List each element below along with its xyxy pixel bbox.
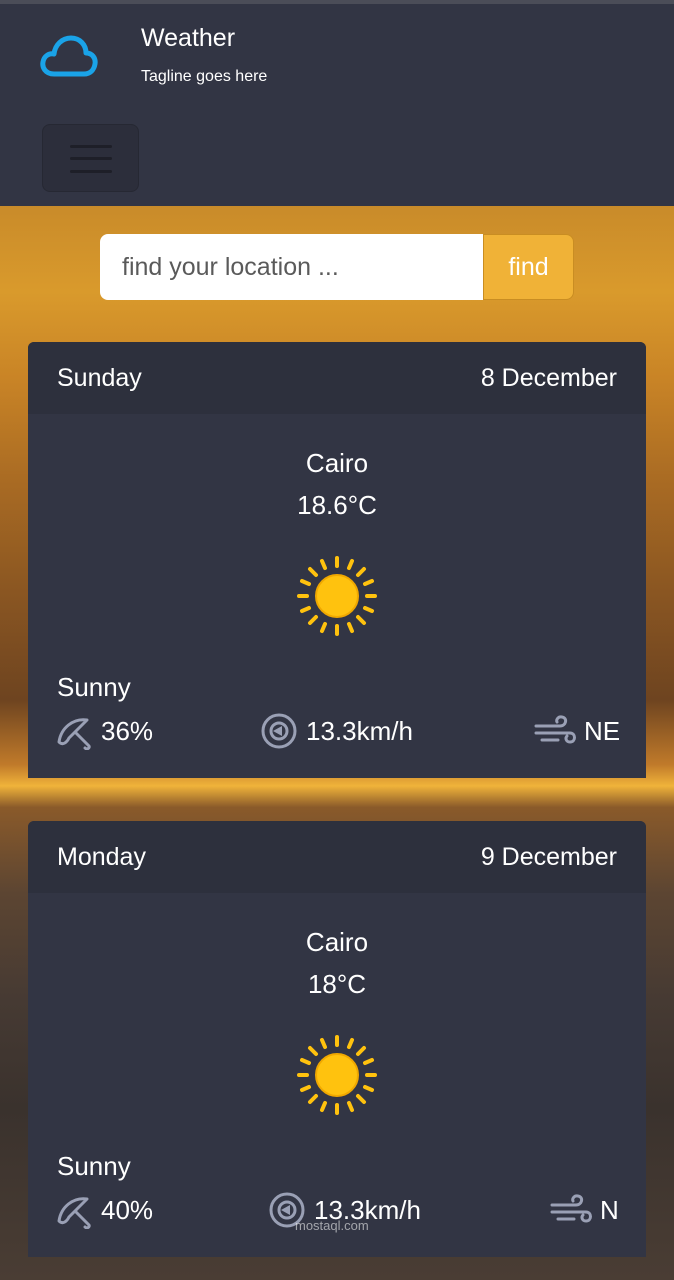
- hamburger-line: [70, 157, 112, 160]
- forecast-card: Sunday 8 December Cairo 18.6°C Sunny 36%…: [28, 342, 646, 778]
- compass-icon: [261, 713, 297, 749]
- card-header: Monday 9 December: [28, 821, 646, 893]
- forecast-city: Cairo: [305, 448, 369, 478]
- forecast-date: 8 December: [480, 364, 617, 392]
- rain-chance: 40%: [55, 1191, 153, 1229]
- umbrella-icon: [57, 718, 91, 750]
- forecast-date: 9 December: [480, 843, 617, 871]
- rain-chance: 36%: [55, 712, 153, 750]
- wind-direction: N: [550, 1191, 619, 1229]
- forecast-temperature: 18.6°C: [297, 490, 377, 520]
- forecast-condition: Sunny: [57, 672, 131, 702]
- search-bar: find: [100, 234, 574, 300]
- forecast-temperature: 18°C: [307, 969, 367, 999]
- app-title[interactable]: Weather: [141, 24, 235, 53]
- wind-icon: [550, 1194, 592, 1223]
- menu-toggle-button[interactable]: [42, 124, 139, 192]
- card-header: Sunday 8 December: [28, 342, 646, 414]
- wind-speed: 13.3km/h: [260, 712, 413, 750]
- cloud-icon[interactable]: [40, 32, 98, 80]
- hamburger-icon: [70, 145, 112, 148]
- rain-value: 36%: [101, 715, 154, 746]
- app-header: Weather Tagline goes here: [0, 4, 674, 206]
- location-search-input[interactable]: [100, 234, 483, 300]
- app-tagline: Tagline goes here: [141, 68, 268, 85]
- hamburger-line: [70, 170, 112, 173]
- forecast-card: Monday 9 December Cairo 18°C Sunny 40% 1…: [28, 821, 646, 1257]
- umbrella-icon: [57, 1197, 91, 1229]
- forecast-day: Sunday: [57, 364, 142, 392]
- rain-value: 40%: [101, 1194, 154, 1225]
- wind-icon: [534, 715, 576, 744]
- forecast-day: Monday: [57, 843, 146, 871]
- find-button[interactable]: find: [483, 234, 574, 300]
- wind-speed-value: 13.3km/h: [306, 715, 413, 746]
- sun-icon: [297, 1035, 377, 1115]
- sun-icon: [297, 556, 377, 636]
- forecast-city: Cairo: [305, 927, 369, 957]
- forecast-condition: Sunny: [57, 1151, 131, 1181]
- wind-direction-value: N: [600, 1194, 619, 1225]
- watermark: mostaql.com: [295, 1218, 369, 1233]
- wind-direction-value: NE: [584, 715, 621, 746]
- wind-direction: NE: [534, 712, 620, 750]
